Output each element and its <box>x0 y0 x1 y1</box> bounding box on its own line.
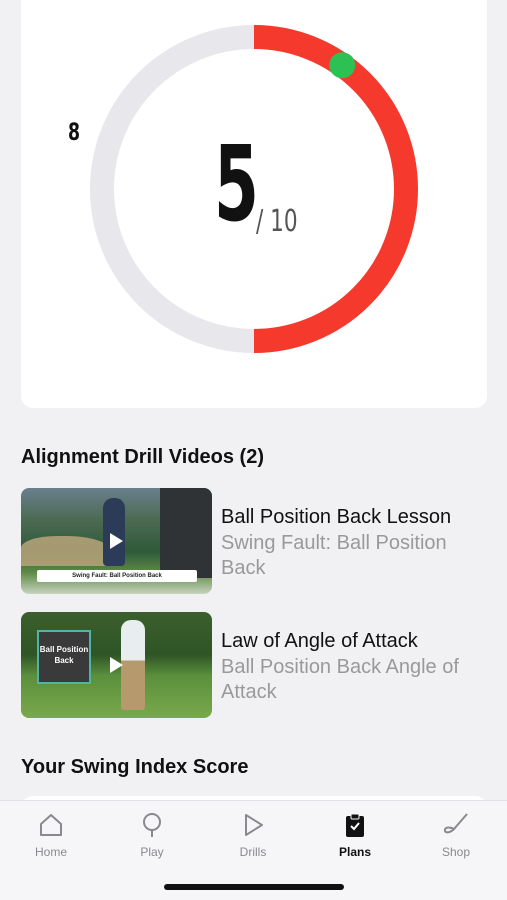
play-icon[interactable] <box>107 532 125 550</box>
score-max: / 10 <box>256 204 298 239</box>
video-subtitle: Ball Position Back Angle of Attack <box>221 656 459 703</box>
home-icon <box>40 814 62 836</box>
video-item[interactable]: Swing Fault: Ball Position Back Ball Pos… <box>21 488 487 594</box>
thumbnail-caption: Ball Position Back <box>37 630 91 684</box>
tab-shop[interactable]: Shop <box>421 811 491 859</box>
score-ring-marker <box>329 52 356 79</box>
score-value: 5 <box>214 123 259 245</box>
video-thumbnail[interactable]: Swing Fault: Ball Position Back <box>21 488 212 594</box>
ring-marker-label: 8 <box>68 118 81 146</box>
tab-plans[interactable]: Plans <box>320 811 390 859</box>
tab-label: Home <box>34 845 67 859</box>
play-icon[interactable] <box>107 656 125 674</box>
thumbnail-wall <box>160 488 212 578</box>
clipboard-icon <box>346 813 364 837</box>
thumbnail-bunker <box>21 536 111 566</box>
tab-label: Plans <box>338 845 371 859</box>
video-title[interactable]: Law of Angle of Attack <box>221 630 418 653</box>
tab-label: Play <box>140 845 164 859</box>
tab-label: Shop <box>441 845 471 859</box>
swing-index-title: Your Swing Index Score <box>21 756 249 778</box>
tab-play[interactable]: Play <box>117 811 187 859</box>
thumbnail-caption: Swing Fault: Ball Position Back <box>37 570 197 582</box>
tab-drills[interactable]: Drills <box>218 811 288 859</box>
pin-icon <box>143 813 161 837</box>
video-item[interactable]: Ball Position Back Law of Angle of Attac… <box>21 612 487 718</box>
home-indicator <box>164 884 344 890</box>
play-icon <box>245 814 263 836</box>
tab-label: Drills <box>239 845 267 859</box>
golf-club-icon <box>443 813 468 834</box>
video-thumbnail[interactable]: Ball Position Back <box>21 612 212 718</box>
video-title[interactable]: Ball Position Back Lesson <box>221 506 451 529</box>
tab-home[interactable]: Home <box>16 811 86 859</box>
drills-section-title: Alignment Drill Videos (2) <box>21 446 264 468</box>
video-subtitle: Swing Fault: Ball Position Back <box>221 532 447 579</box>
score-ring-fill <box>253 25 418 353</box>
